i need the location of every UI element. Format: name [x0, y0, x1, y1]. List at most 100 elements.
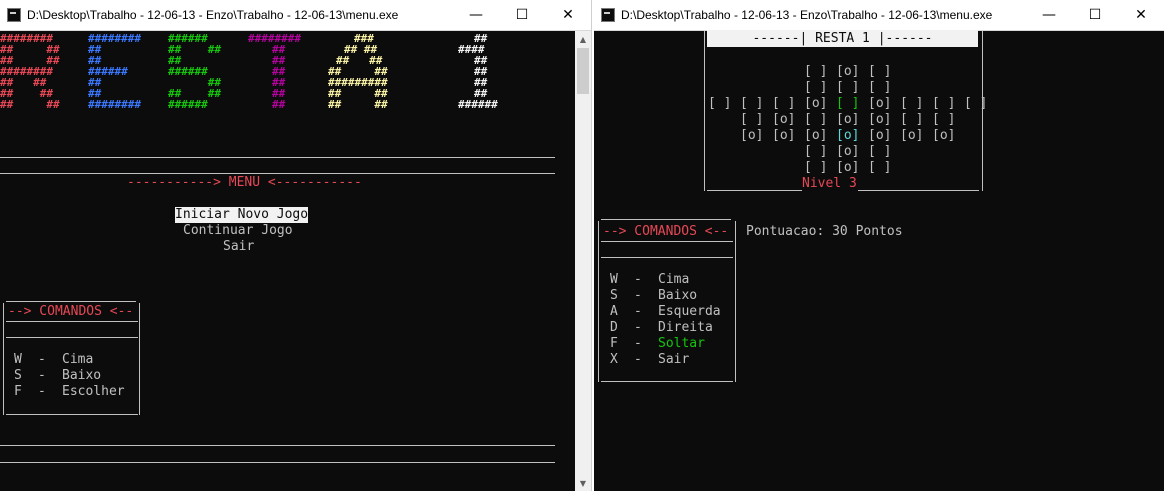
command-action: Cima	[62, 352, 94, 367]
board-cell: [ ]	[772, 96, 796, 111]
command-key: S	[14, 368, 22, 383]
box-border	[601, 257, 733, 258]
vertical-scrollbar[interactable]: ▲ ▼	[575, 31, 591, 491]
board-cell: [ ]	[804, 112, 828, 127]
console-app-icon	[601, 8, 615, 22]
command-sep: -	[38, 368, 46, 383]
divider	[0, 445, 555, 446]
board-cell: [ ]	[836, 80, 860, 95]
command-key: W	[610, 272, 618, 287]
box-border	[601, 241, 733, 242]
maximize-button[interactable]: ☐	[499, 0, 545, 30]
command-sep: -	[634, 320, 642, 335]
console-app-icon	[7, 8, 21, 22]
box-border	[6, 414, 138, 415]
command-action-highlighted: Soltar	[658, 336, 705, 351]
command-sep: -	[634, 288, 642, 303]
close-button[interactable]: ✕	[545, 0, 591, 30]
box-border	[6, 321, 138, 322]
board-cell: [o]	[804, 128, 828, 143]
board-cell: [ ]	[932, 112, 956, 127]
command-sep: -	[634, 352, 642, 367]
board-cell: [ ]	[740, 96, 764, 111]
board-cell: [o]	[836, 128, 860, 143]
board-cell: [ ]	[868, 160, 892, 175]
menu-header: -----------> MENU <-----------	[127, 175, 362, 190]
command-action: Escolher	[62, 384, 125, 399]
divider	[0, 157, 555, 158]
minimize-button[interactable]: —	[453, 0, 499, 30]
maximize-button[interactable]: ☐	[1072, 0, 1118, 30]
command-key: F	[610, 336, 618, 351]
commands-title: --> COMANDOS <--	[8, 304, 134, 319]
window-title-bar[interactable]: D:\Desktop\Trabalho - 12-06-13 - Enzo\Tr…	[0, 0, 591, 31]
board-cell: [ ]	[804, 80, 828, 95]
logo-segment: ########	[88, 98, 141, 111]
logo-segment: ######	[458, 98, 498, 111]
box-border	[139, 303, 140, 415]
board-cell: [ ]	[900, 96, 924, 111]
board-cell: [ ]	[900, 112, 924, 127]
command-key: F	[14, 384, 22, 399]
console-output: ######## ######## ###### ######## ### ##…	[0, 31, 575, 491]
divider	[0, 173, 555, 174]
board-border	[704, 31, 705, 191]
board-cell: [o]	[900, 128, 924, 143]
board-cell: [o]	[836, 112, 860, 127]
command-sep: -	[634, 272, 642, 287]
menu-item-new-game[interactable]: Iniciar Novo Jogo	[175, 207, 309, 223]
menu-item-continue[interactable]: Continuar Jogo	[183, 223, 293, 239]
window-title-bar[interactable]: D:\Desktop\Trabalho - 12-06-13 - Enzo\Tr…	[594, 0, 1164, 31]
command-sep: -	[38, 384, 46, 399]
minimize-button[interactable]: —	[1026, 0, 1072, 30]
command-action: Esquerda	[658, 304, 721, 319]
board-cell: [o]	[772, 128, 796, 143]
divider	[0, 462, 555, 463]
box-border	[598, 221, 599, 382]
board-cell: [o]	[868, 112, 892, 127]
board-cell: [ ]	[868, 80, 892, 95]
command-action: Baixo	[658, 288, 698, 303]
board-cell: [o]	[836, 64, 860, 79]
command-sep: -	[634, 336, 642, 351]
command-key: D	[610, 320, 618, 335]
logo-segment: ## ##	[0, 98, 60, 111]
game-title-banner: ------| RESTA 1 |------	[707, 30, 978, 47]
box-border	[601, 219, 731, 220]
commands-title: --> COMANDOS <--	[603, 224, 729, 239]
window-title: D:\Desktop\Trabalho - 12-06-13 - Enzo\Tr…	[27, 8, 399, 22]
scroll-down-arrow-icon[interactable]: ▼	[575, 475, 591, 491]
box-border	[6, 337, 138, 338]
board-cell: [ ]	[804, 144, 828, 159]
command-action: Cima	[658, 272, 690, 287]
board-cell: [ ]	[708, 96, 732, 111]
command-key: W	[14, 352, 22, 367]
menu-item-exit[interactable]: Sair	[223, 239, 254, 255]
command-key: A	[610, 304, 618, 319]
board-cell: [o]	[836, 144, 860, 159]
logo-segment: ######	[168, 98, 208, 111]
board-cell: [ ]	[932, 96, 956, 111]
score-label: Pontuacao: 30 Pontos	[746, 224, 903, 239]
command-action: Direita	[658, 320, 713, 335]
level-label: Nivel 3	[802, 176, 857, 191]
board-cell: [ ]	[804, 160, 828, 175]
board-cell: [o]	[740, 128, 764, 143]
command-action: Sair	[658, 352, 690, 367]
board-cell: [ ]	[868, 64, 892, 79]
command-sep: -	[634, 304, 642, 319]
board-border	[858, 190, 979, 191]
board-cell: [o]	[804, 96, 828, 111]
box-border	[3, 303, 4, 415]
board-cell: [ ]	[836, 96, 860, 111]
scroll-up-arrow-icon[interactable]: ▲	[575, 31, 591, 47]
box-border	[6, 301, 136, 302]
scrollbar-thumb[interactable]	[577, 48, 589, 94]
box-border	[601, 381, 733, 382]
command-sep: -	[38, 352, 46, 367]
close-button[interactable]: ✕	[1118, 0, 1164, 30]
board-cell: [ ]	[964, 96, 988, 111]
command-key: X	[610, 352, 618, 367]
board-cell: [o]	[836, 160, 860, 175]
logo-segment: ##	[272, 98, 286, 111]
